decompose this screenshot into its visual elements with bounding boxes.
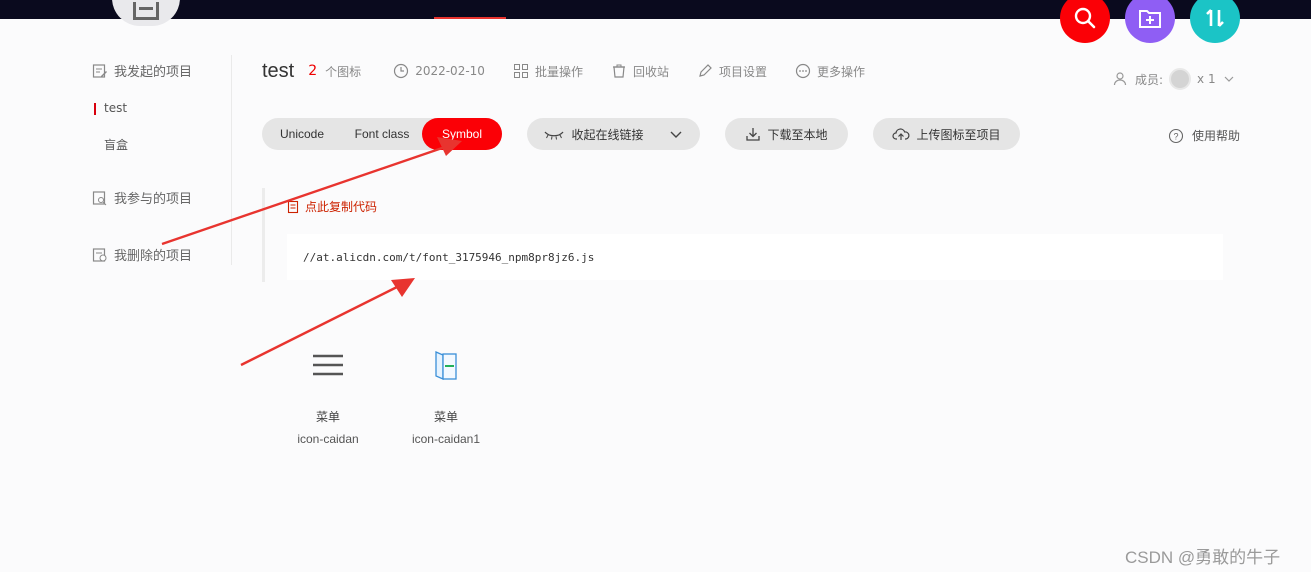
new-project-button[interactable]	[1125, 0, 1175, 43]
more-icon	[795, 63, 811, 79]
icon-count: 2	[308, 63, 318, 79]
copy-icon	[287, 200, 299, 213]
search-doc-icon	[92, 190, 107, 205]
project-logo-icon[interactable]	[112, 0, 180, 26]
help-link[interactable]: ? 使用帮助	[1168, 127, 1240, 144]
trash-icon	[612, 64, 625, 78]
sort-button[interactable]	[1190, 0, 1240, 43]
tab-symbol[interactable]: Symbol	[422, 118, 502, 150]
collapse-link-label: 收起在线链接	[571, 127, 644, 142]
project-settings-button[interactable]: 项目设置	[697, 63, 767, 80]
copy-code-label: 点此复制代码	[305, 200, 378, 214]
icon-name: 菜单	[315, 410, 340, 424]
cloud-upload-icon	[892, 128, 910, 140]
created-date: 2022-02-10	[393, 63, 485, 79]
deleted-doc-icon	[92, 247, 107, 262]
project-settings-label: 项目设置	[718, 64, 767, 79]
icon-code: icon-caidan1	[411, 432, 481, 446]
sidebar-item-test[interactable]: test	[93, 101, 127, 115]
batch-ops-button[interactable]: 批量操作	[513, 63, 583, 80]
more-actions-button[interactable]: 更多操作	[795, 63, 865, 80]
more-actions-label: 更多操作	[816, 64, 865, 79]
batch-ops-label: 批量操作	[534, 64, 583, 79]
members-dropdown[interactable]: 成员: x 1	[1113, 68, 1236, 90]
svg-text:?: ?	[1173, 131, 1178, 141]
download-label: 下载至本地	[767, 127, 828, 142]
sort-icon	[1206, 9, 1224, 27]
sidebar: 我发起的项目 test 盲盒 我参与的项目 我删除的项目	[80, 55, 232, 265]
code-panel: 点此复制代码 //at.alicdn.com/t/font_3175946_np…	[262, 188, 1223, 282]
sidebar-deleted-projects[interactable]: 我删除的项目	[92, 245, 192, 264]
active-nav-indicator	[434, 17, 506, 19]
chevron-down-icon	[670, 131, 681, 138]
download-icon	[746, 128, 761, 141]
icon-name: 菜单	[433, 410, 458, 424]
upload-label: 上传图标至项目	[916, 127, 1001, 142]
top-nav-bar	[0, 0, 1311, 19]
search-icon	[1074, 7, 1096, 29]
code-url-box[interactable]: //at.alicdn.com/t/font_3175946_npm8pr8jz…	[287, 234, 1223, 280]
eye-closed-icon	[544, 131, 564, 140]
created-date-label: 2022-02-10	[415, 64, 485, 78]
chevron-down-icon	[1224, 76, 1234, 82]
tab-unicode[interactable]: Unicode	[262, 118, 342, 150]
help-label: 使用帮助	[1192, 129, 1241, 143]
collapse-link-button[interactable]: 收起在线链接	[527, 118, 700, 150]
members-label: 成员:	[1135, 72, 1164, 87]
icon-card[interactable]: 菜单 icon-caidan1	[396, 340, 496, 446]
search-button[interactable]	[1060, 0, 1110, 43]
format-tabs: Unicode Font class Symbol	[262, 118, 502, 150]
sidebar-joined-projects-label: 我参与的项目	[114, 192, 193, 207]
grid-icon	[513, 64, 528, 78]
user-icon	[1113, 72, 1127, 86]
upload-button[interactable]: 上传图标至项目	[873, 118, 1020, 150]
icon-code: icon-caidan	[297, 432, 359, 446]
tab-font-class[interactable]: Font class	[342, 118, 422, 150]
recycle-bin-label: 回收站	[632, 64, 669, 79]
sidebar-my-projects[interactable]: 我发起的项目	[92, 61, 192, 80]
icon-count-unit: 个图标	[325, 64, 362, 79]
clock-icon	[394, 63, 409, 79]
pencil-icon	[699, 64, 712, 77]
sidebar-item-blindbox[interactable]: 盲盒	[104, 136, 128, 153]
project-header: test 2 个图标 2022-02-10 批量操作 回收站 项目设置 更多操作	[262, 58, 893, 84]
edit-doc-icon	[92, 63, 107, 78]
watermark: CSDN @勇敢的牛子	[1125, 548, 1281, 567]
help-icon: ?	[1168, 128, 1184, 143]
page-title: test	[262, 59, 295, 82]
code-url: //at.alicdn.com/t/font_3175946_npm8pr8jz…	[303, 250, 595, 264]
recycle-bin-button[interactable]: 回收站	[611, 63, 669, 80]
download-button[interactable]: 下载至本地	[725, 118, 848, 150]
sidebar-deleted-projects-label: 我删除的项目	[114, 249, 193, 264]
copy-code-link[interactable]: 点此复制代码	[287, 198, 377, 215]
menu-book-icon	[435, 351, 457, 380]
sidebar-my-projects-label: 我发起的项目	[114, 65, 193, 80]
icon-card[interactable]: 菜单 icon-caidan	[278, 340, 378, 446]
sidebar-joined-projects[interactable]: 我参与的项目	[92, 188, 192, 207]
folder-add-icon	[1139, 10, 1161, 28]
members-count: x 1	[1197, 72, 1216, 86]
menu-icon	[313, 354, 343, 376]
avatar	[1169, 68, 1192, 90]
